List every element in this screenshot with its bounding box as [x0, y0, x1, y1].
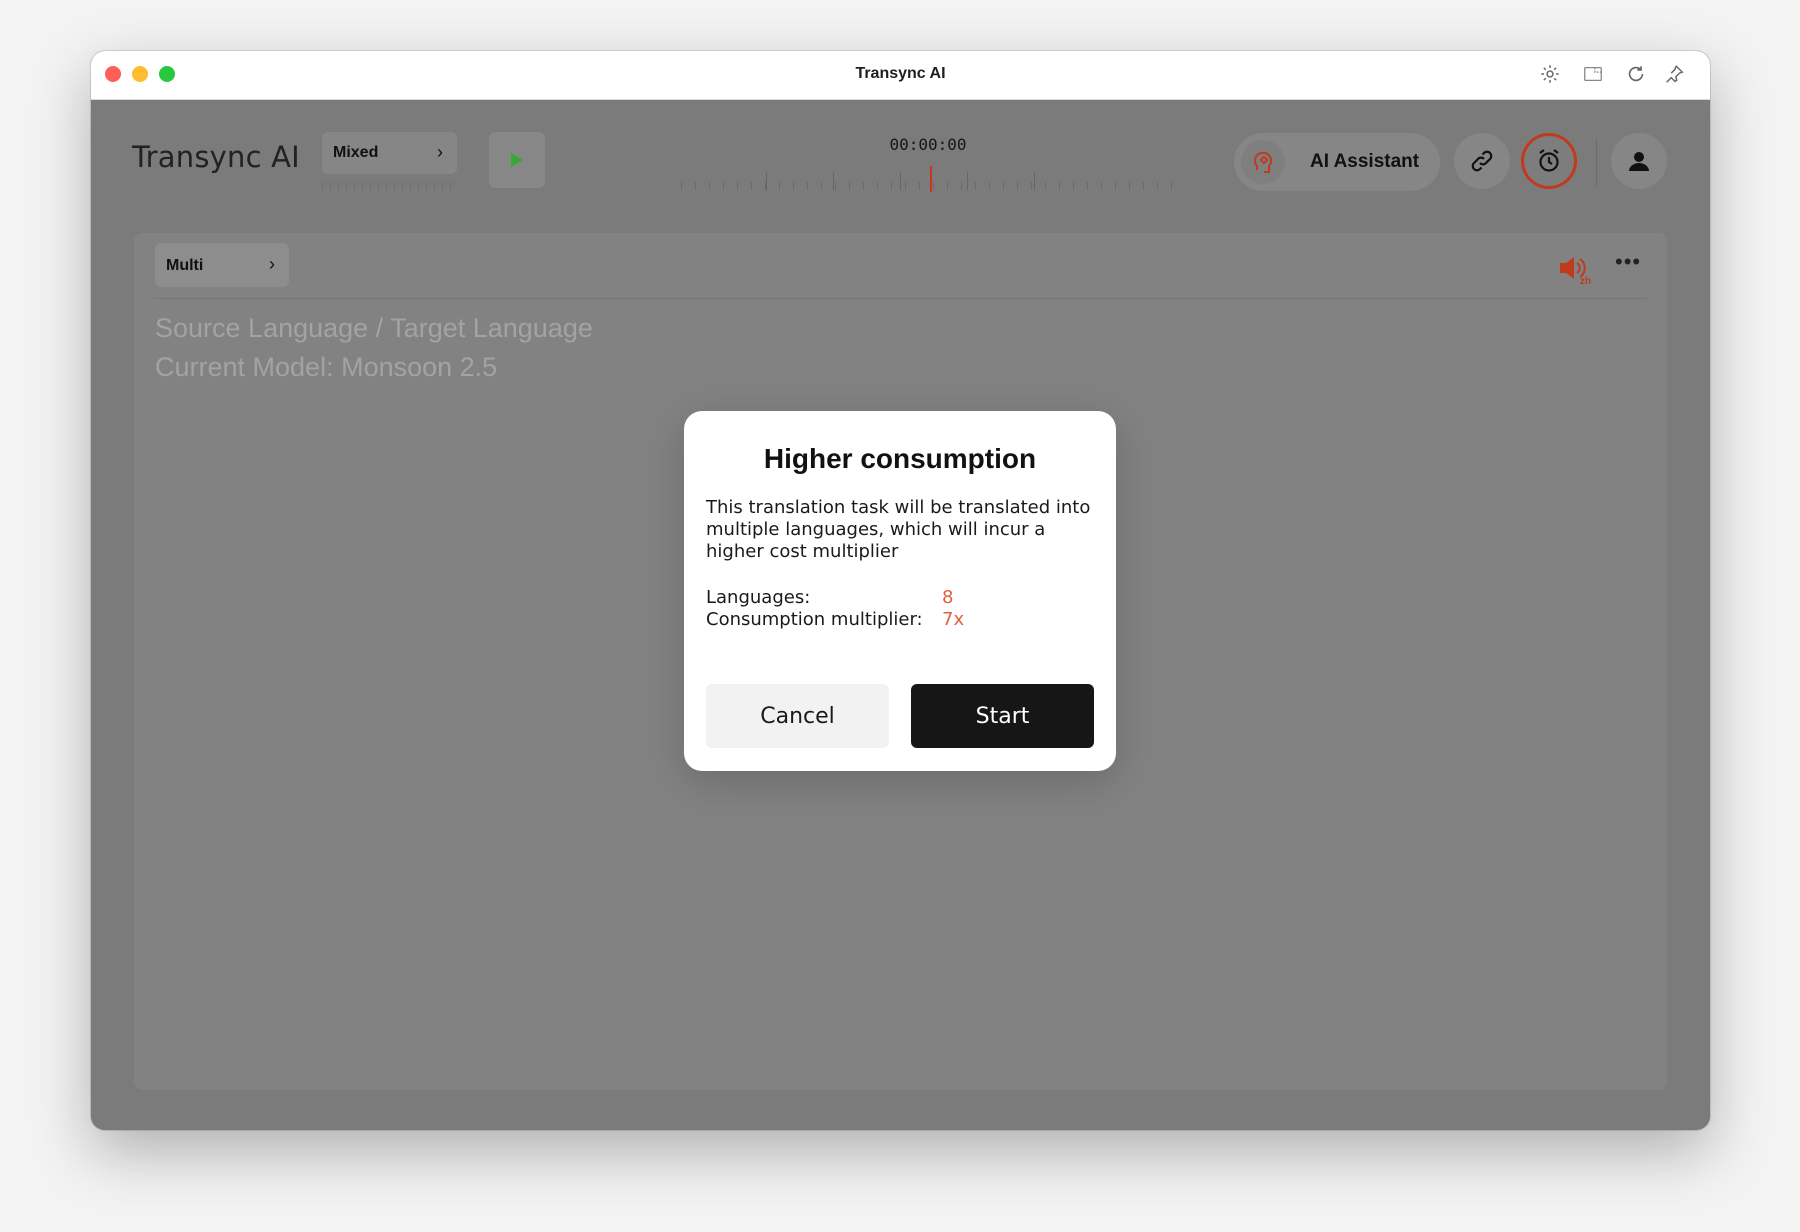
- mode-label: Mixed: [333, 144, 379, 161]
- languages-value: 8: [942, 587, 954, 608]
- dialog-message: This translation task will be translated…: [706, 497, 1091, 562]
- ai-assistant-label: AI Assistant: [1310, 151, 1420, 172]
- user-button[interactable]: [1611, 133, 1667, 189]
- language-pair-label: Source Language / Target Language: [155, 313, 593, 343]
- timeline-major-tick: [1034, 172, 1035, 190]
- language-selector[interactable]: Multi ›: [155, 243, 289, 287]
- languages-label: Languages:: [706, 587, 811, 608]
- link-button[interactable]: [1454, 133, 1510, 189]
- speaker-language-badge: zh: [1580, 276, 1591, 284]
- timeline-major-tick: [833, 172, 834, 190]
- start-button[interactable]: Start: [911, 684, 1094, 748]
- timeline-major-tick: [766, 172, 767, 190]
- cancel-button[interactable]: Cancel: [706, 684, 889, 748]
- user-icon: [1629, 152, 1649, 171]
- mode-selector[interactable]: Mixed ›: [322, 132, 457, 174]
- languages-row: Languages: 8: [706, 587, 953, 608]
- timeline-playhead[interactable]: [930, 166, 932, 192]
- consumption-dialog: Higher consumption This translation task…: [684, 411, 1116, 771]
- brain-icon: [1241, 140, 1285, 184]
- multiplier-label: Consumption multiplier:: [706, 609, 923, 630]
- link-icon: [1471, 150, 1493, 172]
- brand-logo: Transync AI: [132, 140, 300, 174]
- play-button[interactable]: [489, 132, 545, 188]
- play-icon: [511, 153, 523, 167]
- timeline-major-tick: [900, 172, 901, 190]
- ai-assistant-button[interactable]: AI Assistant: [1234, 133, 1440, 191]
- dialog-title: Higher consumption: [763, 443, 1037, 474]
- window-icon[interactable]: [1582, 63, 1606, 87]
- window-title: Transync AI: [855, 65, 946, 82]
- session-timer: 00:00:00: [889, 135, 967, 154]
- model-label: Current Model: Monsoon 2.5: [155, 352, 498, 382]
- speaker-icon[interactable]: zh: [1558, 254, 1592, 289]
- alarm-button[interactable]: [1521, 133, 1577, 189]
- alarm-icon: [1539, 149, 1559, 172]
- title-bar: Transync AI: [91, 51, 1710, 100]
- multiplier-value: 7x: [942, 609, 965, 630]
- chevron-right-icon: ›: [437, 142, 443, 162]
- panel-divider: [154, 298, 1647, 299]
- refresh-icon[interactable]: [1625, 63, 1649, 87]
- more-icon[interactable]: •••: [1615, 249, 1641, 275]
- settings-icon[interactable]: [1539, 63, 1563, 87]
- header-divider: [1596, 138, 1597, 186]
- chevron-right-icon: ›: [269, 254, 275, 274]
- language-selector-label: Multi: [166, 257, 204, 274]
- timeline-major-tick: [967, 172, 968, 190]
- multiplier-row: Consumption multiplier: 7x: [706, 609, 964, 630]
- pin-icon[interactable]: [1663, 63, 1687, 87]
- mode-level-meter: [322, 182, 457, 190]
- timeline-ruler: [681, 166, 1181, 192]
